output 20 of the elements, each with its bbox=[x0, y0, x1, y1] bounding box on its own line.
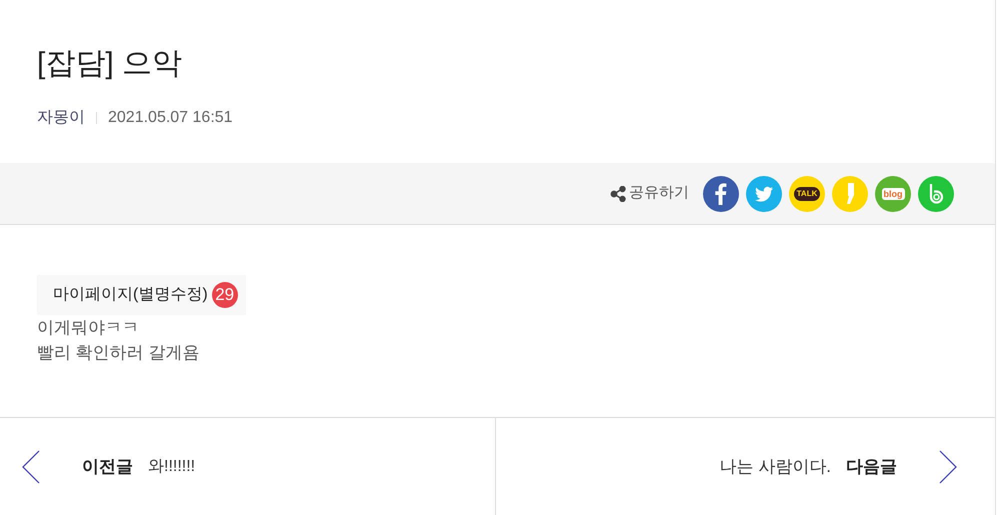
chevron-right-icon bbox=[939, 450, 957, 484]
story-share-button[interactable] bbox=[832, 176, 868, 212]
count-badge: 29 bbox=[212, 282, 238, 308]
previous-post-link[interactable]: 이전글 와!!!!!!! bbox=[0, 418, 496, 515]
post-title: [잡담] 으악 bbox=[37, 46, 182, 82]
chevron-left-icon bbox=[22, 450, 40, 484]
facebook-share-button[interactable] bbox=[703, 176, 739, 212]
twitter-share-button[interactable] bbox=[746, 176, 782, 212]
band-share-button[interactable] bbox=[918, 176, 954, 212]
next-post-link[interactable]: 나는 사람이다. 다음글 bbox=[496, 418, 995, 515]
tag-label: 마이페이지(별명수정) bbox=[53, 285, 208, 305]
tag-chip[interactable]: 마이페이지(별명수정) 29 bbox=[37, 275, 246, 315]
post-text-line: 빨리 확인하러 갈게욤 bbox=[37, 342, 200, 364]
post-date: 2021.05.07 16:51 bbox=[108, 108, 233, 128]
talk-share-button[interactable]: TALK bbox=[789, 176, 825, 212]
comma-icon bbox=[846, 183, 854, 204]
share-icon bbox=[610, 186, 626, 202]
share-label: 공유하기 bbox=[629, 183, 689, 204]
author-name: 자몽이 bbox=[37, 108, 85, 128]
post-text-line: 이게뭐야ㅋㅋ bbox=[37, 317, 140, 339]
